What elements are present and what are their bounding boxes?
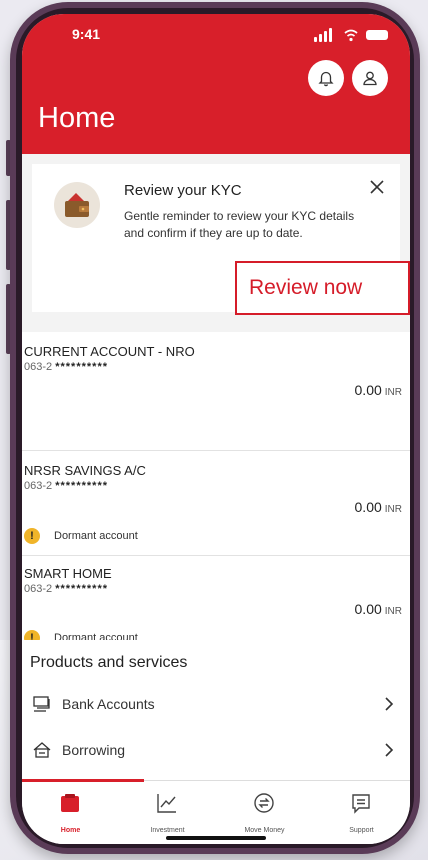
notifications-button[interactable] (308, 60, 344, 96)
chevron-right-icon (385, 743, 394, 757)
products-item-label: Borrowing (62, 742, 126, 758)
profile-button[interactable] (352, 60, 388, 96)
tab-investment[interactable]: Investment (119, 781, 216, 844)
bank-accounts-icon (33, 696, 50, 712)
user-icon (363, 71, 377, 86)
battery-icon (366, 30, 388, 40)
app-screen: 9:41 Home Review your KYC Gentle reminde… (22, 14, 410, 844)
chevron-right-icon (385, 697, 394, 711)
investment-chart-icon (157, 794, 176, 813)
bottom-tab-bar: Home Investment Move Money Support (22, 779, 410, 844)
products-item-borrowing[interactable]: Borrowing (22, 730, 410, 772)
status-time: 9:41 (72, 26, 101, 42)
signal-icon (329, 28, 332, 42)
status-icons (314, 28, 392, 42)
balance-amount: 0.00 (354, 601, 382, 617)
tab-label: Move Money (244, 827, 285, 834)
products-item-label: Bank Accounts (62, 696, 155, 712)
support-chat-icon (352, 794, 370, 814)
borrowing-icon (33, 742, 51, 758)
account-balance: 0.00 INR (355, 382, 402, 398)
status-text: Dormant account (54, 530, 138, 542)
wifi-icon (344, 29, 358, 42)
account-name: NRSR SAVINGS A/C (24, 463, 146, 478)
balance-amount: 0.00 (354, 382, 382, 398)
home-indicator[interactable] (166, 836, 266, 840)
account-number-prefix: 063-2 (24, 480, 53, 492)
warning-icon: ! (24, 528, 40, 544)
account-number: 063-2 ********** (24, 361, 108, 373)
page-title: Home (38, 102, 116, 134)
account-name: SMART HOME (24, 566, 112, 581)
account-number: 063-2 ********** (24, 583, 108, 595)
account-number-mask: ********** (55, 361, 109, 373)
kyc-wallet-icon (54, 182, 100, 228)
tab-support[interactable]: Support (313, 781, 410, 844)
tab-move-money[interactable]: Move Money (216, 781, 313, 844)
bell-icon (318, 71, 334, 87)
account-number-mask: ********** (55, 583, 109, 595)
close-icon[interactable] (366, 176, 388, 198)
move-money-icon (254, 793, 274, 813)
tab-label: Support (349, 827, 374, 834)
accounts-list: CURRENT ACCOUNT - NRO 063-2 ********** 0… (22, 332, 410, 646)
account-number-prefix: 063-2 (24, 583, 53, 595)
tab-home[interactable]: Home (22, 781, 119, 844)
signal-icon (314, 37, 317, 42)
balance-amount: 0.00 (354, 499, 382, 515)
kyc-message: Gentle reminder to review your KYC detai… (124, 209, 355, 240)
account-number: 063-2 ********** (24, 480, 108, 492)
tab-label: Home (60, 827, 81, 834)
review-now-button[interactable]: Review now (235, 261, 410, 315)
account-number-prefix: 063-2 (24, 361, 53, 373)
balance-currency: INR (384, 606, 402, 617)
account-balance: 0.00 INR (355, 601, 402, 617)
account-balance: 0.00 INR (355, 499, 402, 515)
dormant-status: ! Dormant account (24, 528, 138, 544)
account-card[interactable]: CURRENT ACCOUNT - NRO 063-2 ********** 0… (22, 332, 410, 450)
products-heading: Products and services (30, 654, 188, 671)
account-card[interactable]: SMART HOME 063-2 ********** 0.00 INR ! Do… (22, 556, 410, 646)
kyc-title: Review your KYC (124, 182, 242, 199)
app-header: 9:41 Home (22, 14, 410, 154)
home-icon (61, 794, 79, 812)
account-card[interactable]: NRSR SAVINGS A/C 063-2 ********** 0.00 IN… (22, 451, 410, 555)
balance-currency: INR (384, 387, 402, 398)
products-section: Products and services Bank Accounts Borr… (22, 640, 410, 780)
signal-icon (319, 34, 322, 42)
balance-currency: INR (384, 504, 402, 515)
account-number-mask: ********** (55, 480, 109, 492)
tab-label: Investment (150, 827, 185, 834)
account-name: CURRENT ACCOUNT - NRO (24, 344, 195, 359)
signal-icon (324, 31, 327, 42)
products-item-bank-accounts[interactable]: Bank Accounts (22, 684, 410, 726)
